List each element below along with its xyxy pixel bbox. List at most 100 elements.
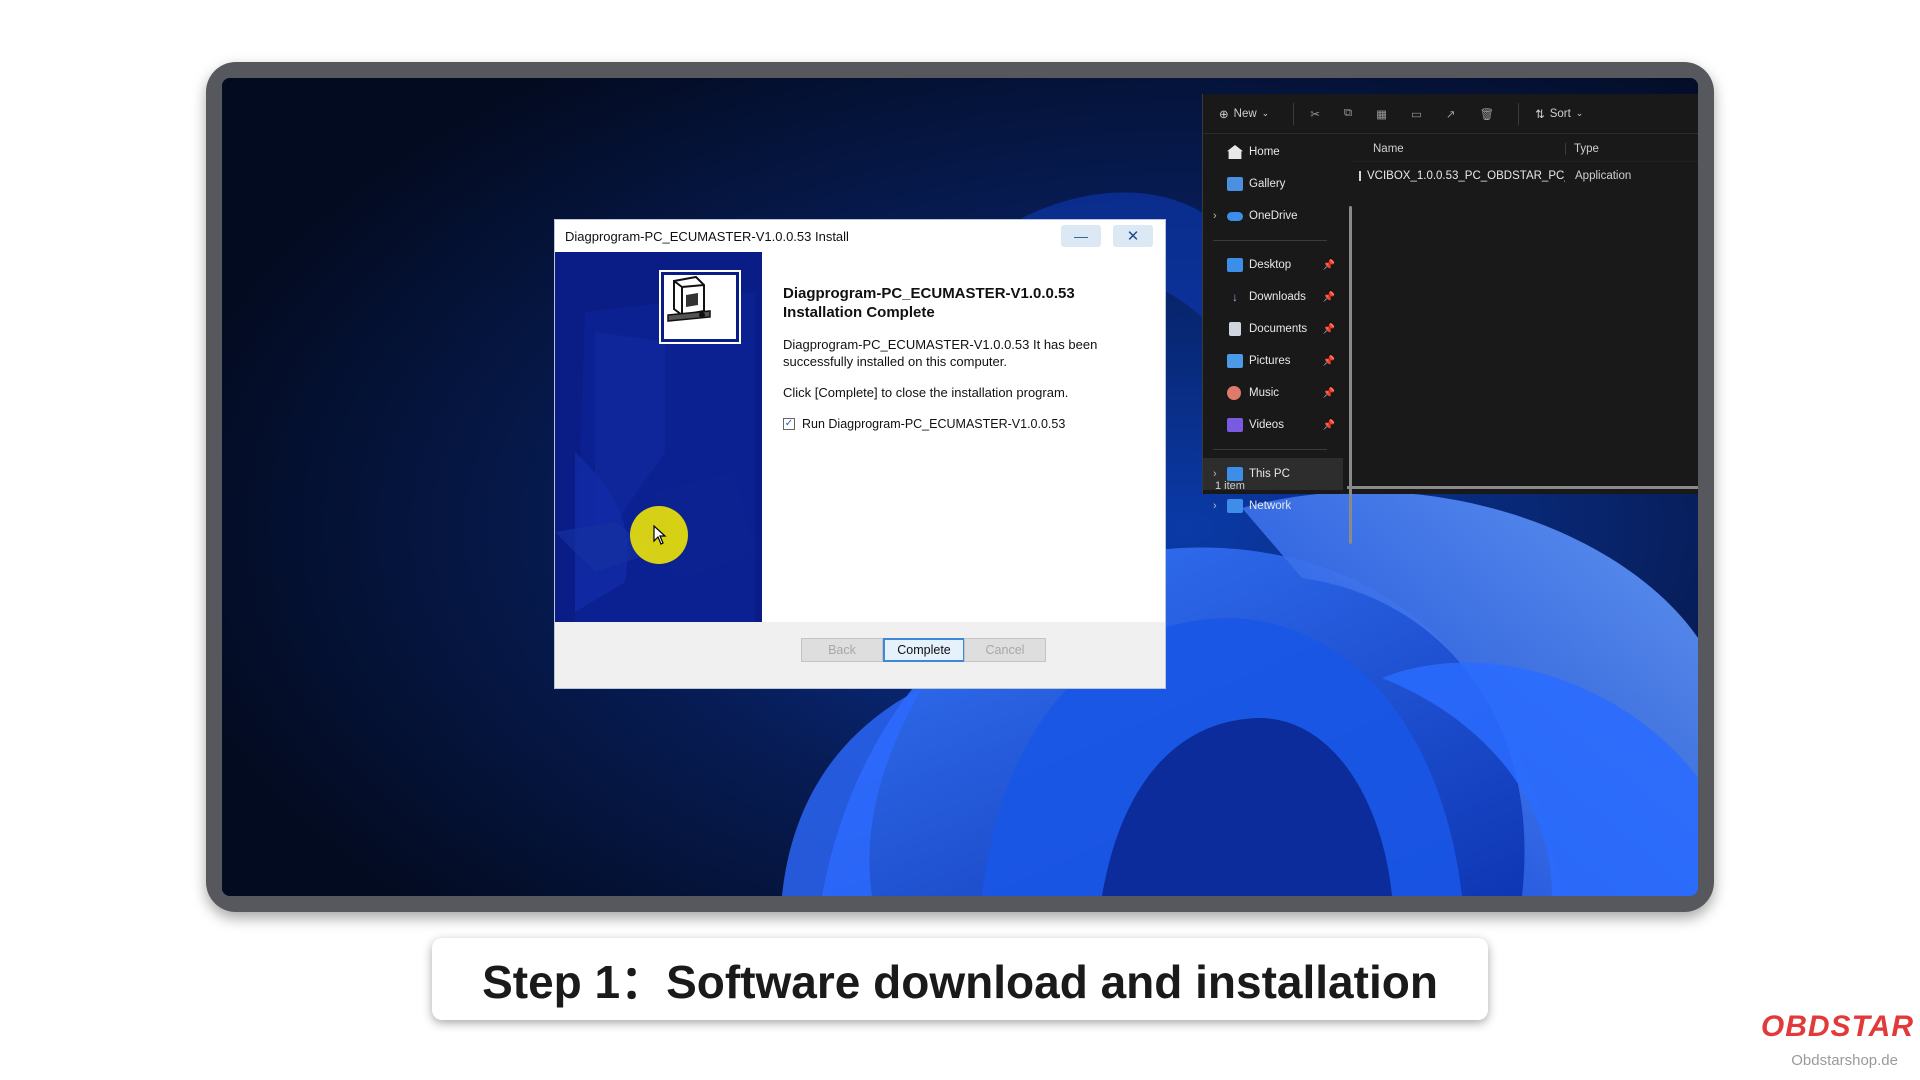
explorer-nav-pane: Home Gallery › OneDrive Desktop 📌 ↓ Down…: [1203, 136, 1343, 522]
installer-package-icon: [667, 275, 711, 322]
nav-label: Pictures: [1249, 355, 1291, 367]
desktop-icon: [1227, 258, 1243, 272]
gallery-icon: [1227, 177, 1243, 191]
application-icon: [1359, 171, 1361, 181]
explorer-toolbar: ⊕ New ⌄ ✂ ⧉ ▦ ▭ ↗ 🗑 ⇅ Sort ⌄: [1203, 94, 1698, 134]
file-name-cell: VCIBOX_1.0.0.53_PC_OBDSTAR_PC_ECU...: [1353, 170, 1565, 182]
nav-label: Desktop: [1249, 259, 1292, 271]
run-program-checkbox[interactable]: ✓: [783, 418, 795, 430]
file-explorer: ⊕ New ⌄ ✂ ⧉ ▦ ▭ ↗ 🗑 ⇅ Sort ⌄ Home Galler…: [1202, 94, 1698, 544]
paste-button[interactable]: ▦: [1376, 107, 1387, 121]
installer-heading: Diagprogram-PC_ECUMASTER-V1.0.0.53 Insta…: [783, 285, 1075, 321]
nav-item-music[interactable]: Music 📌: [1203, 377, 1343, 409]
installer-content: Diagprogram-PC_ECUMASTER-V1.0.0.53 Insta…: [783, 284, 1143, 431]
minimize-button[interactable]: —: [1061, 225, 1101, 247]
nav-item-gallery[interactable]: Gallery: [1203, 168, 1343, 200]
nav-item-downloads[interactable]: ↓ Downloads 📌: [1203, 281, 1343, 313]
nav-divider: [1213, 449, 1327, 450]
column-type-header[interactable]: Type: [1565, 142, 1599, 155]
watermark-site: Obdstarshop.de: [1791, 1052, 1898, 1069]
nav-scrollbar[interactable]: [1349, 206, 1352, 544]
horizontal-scrollbar[interactable]: [1347, 486, 1698, 489]
chevron-right-icon: ›: [1213, 500, 1217, 512]
pin-icon: 📌: [1322, 419, 1335, 431]
cut-button[interactable]: ✂: [1310, 107, 1320, 121]
copy-icon: ⧉: [1343, 107, 1353, 119]
watermark: OBDSTAR Obdstarshop.de: [1730, 1000, 1920, 1080]
cancel-button[interactable]: Cancel: [964, 638, 1046, 662]
rename-button[interactable]: ▭: [1411, 107, 1422, 121]
home-icon: [1227, 145, 1243, 159]
music-icon: [1227, 386, 1241, 400]
installer-footer: Back Complete Cancel: [555, 622, 1165, 688]
chevron-right-icon: ›: [1213, 468, 1217, 480]
nav-label: This PC: [1249, 468, 1290, 480]
pin-icon: 📌: [1322, 387, 1335, 399]
videos-icon: [1227, 418, 1243, 432]
nav-divider: [1213, 240, 1327, 241]
installer-body: Diagprogram-PC_ECUMASTER-V1.0.0.53 Insta…: [555, 252, 1165, 622]
file-type: Application: [1575, 170, 1632, 182]
new-icon: ⊕: [1219, 108, 1229, 121]
chevron-right-icon: ›: [1213, 210, 1217, 222]
installer-dialog: Diagprogram-PC_ECUMASTER-V1.0.0.53 Insta…: [554, 219, 1166, 689]
run-program-option[interactable]: ✓ Run Diagprogram-PC_ECUMASTER-V1.0.0.53: [783, 417, 1143, 431]
copy-button[interactable]: ⧉: [1344, 107, 1352, 120]
sort-icon: ⇅: [1535, 108, 1545, 121]
sort-label: Sort: [1549, 107, 1571, 120]
toolbar-divider: [1293, 102, 1295, 125]
pin-icon: 📌: [1322, 355, 1335, 367]
sort-button[interactable]: ⇅ Sort ⌄: [1535, 107, 1583, 121]
onedrive-icon: [1227, 211, 1243, 221]
nav-item-pictures[interactable]: Pictures 📌: [1203, 345, 1343, 377]
back-button[interactable]: Back: [801, 638, 883, 662]
nav-label: Documents: [1249, 323, 1308, 335]
nav-item-onedrive[interactable]: › OneDrive: [1203, 200, 1343, 232]
installer-title: Diagprogram-PC_ECUMASTER-V1.0.0.53 Insta…: [565, 228, 849, 244]
chevron-down-icon: ⌄: [1575, 108, 1584, 118]
file-list: Name Type VCIBOX_1.0.0.53_PC_OBDSTAR_PC_…: [1353, 136, 1698, 190]
toolbar-divider: [1518, 102, 1520, 125]
run-program-label: Run Diagprogram-PC_ECUMASTER-V1.0.0.53: [802, 417, 1066, 431]
nav-item-desktop[interactable]: Desktop 📌: [1203, 249, 1343, 281]
installer-message: Diagprogram-PC_ECUMASTER-V1.0.0.53 It ha…: [783, 337, 1098, 369]
installer-instruction: Click [Complete] to close the installati…: [783, 385, 1069, 400]
pin-icon: 📌: [1322, 291, 1335, 303]
rename-icon: ▭: [1410, 108, 1422, 121]
complete-button[interactable]: Complete: [883, 638, 965, 662]
pin-icon: 📌: [1322, 323, 1335, 335]
documents-icon: [1229, 322, 1241, 336]
nav-label: Home: [1249, 146, 1280, 158]
installer-banner: [555, 252, 762, 622]
share-icon: ↗: [1445, 108, 1456, 121]
obdstar-logo: OBDSTAR: [1760, 1010, 1914, 1043]
share-button[interactable]: ↗: [1446, 107, 1456, 121]
cut-icon: ✂: [1310, 108, 1320, 121]
installer-titlebar: Diagprogram-PC_ECUMASTER-V1.0.0.53 Insta…: [555, 220, 1165, 252]
desktop-screen: Diagprogram-PC_ECUMASTER-V1.0.0.53 Insta…: [222, 78, 1698, 896]
monitor-frame: Diagprogram-PC_ECUMASTER-V1.0.0.53 Insta…: [206, 62, 1714, 912]
file-row[interactable]: VCIBOX_1.0.0.53_PC_OBDSTAR_PC_ECU... App…: [1353, 162, 1698, 190]
nav-item-videos[interactable]: Videos 📌: [1203, 409, 1343, 441]
this-pc-icon: [1227, 467, 1243, 481]
nav-label: Network: [1249, 500, 1292, 512]
downloads-icon: ↓: [1232, 290, 1238, 304]
chevron-down-icon: ⌄: [1261, 108, 1270, 118]
pin-icon: 📌: [1322, 259, 1335, 271]
nav-label: OneDrive: [1249, 210, 1298, 222]
nav-label: Videos: [1249, 419, 1284, 431]
pictures-icon: [1227, 354, 1243, 368]
new-button[interactable]: ⊕ New ⌄: [1219, 107, 1269, 121]
nav-label: Music: [1249, 387, 1280, 399]
nav-item-documents[interactable]: Documents 📌: [1203, 313, 1343, 345]
file-list-header: Name Type: [1353, 136, 1698, 162]
delete-button[interactable]: 🗑: [1479, 107, 1494, 121]
status-bar-count: 1 item: [1215, 480, 1245, 492]
close-button[interactable]: ✕: [1113, 225, 1153, 247]
nav-item-network[interactable]: › Network: [1203, 490, 1343, 522]
column-name-header[interactable]: Name: [1353, 143, 1565, 155]
network-icon: [1227, 499, 1243, 513]
new-label: New: [1233, 107, 1257, 120]
paste-icon: ▦: [1376, 108, 1387, 121]
nav-item-home[interactable]: Home: [1203, 136, 1343, 168]
